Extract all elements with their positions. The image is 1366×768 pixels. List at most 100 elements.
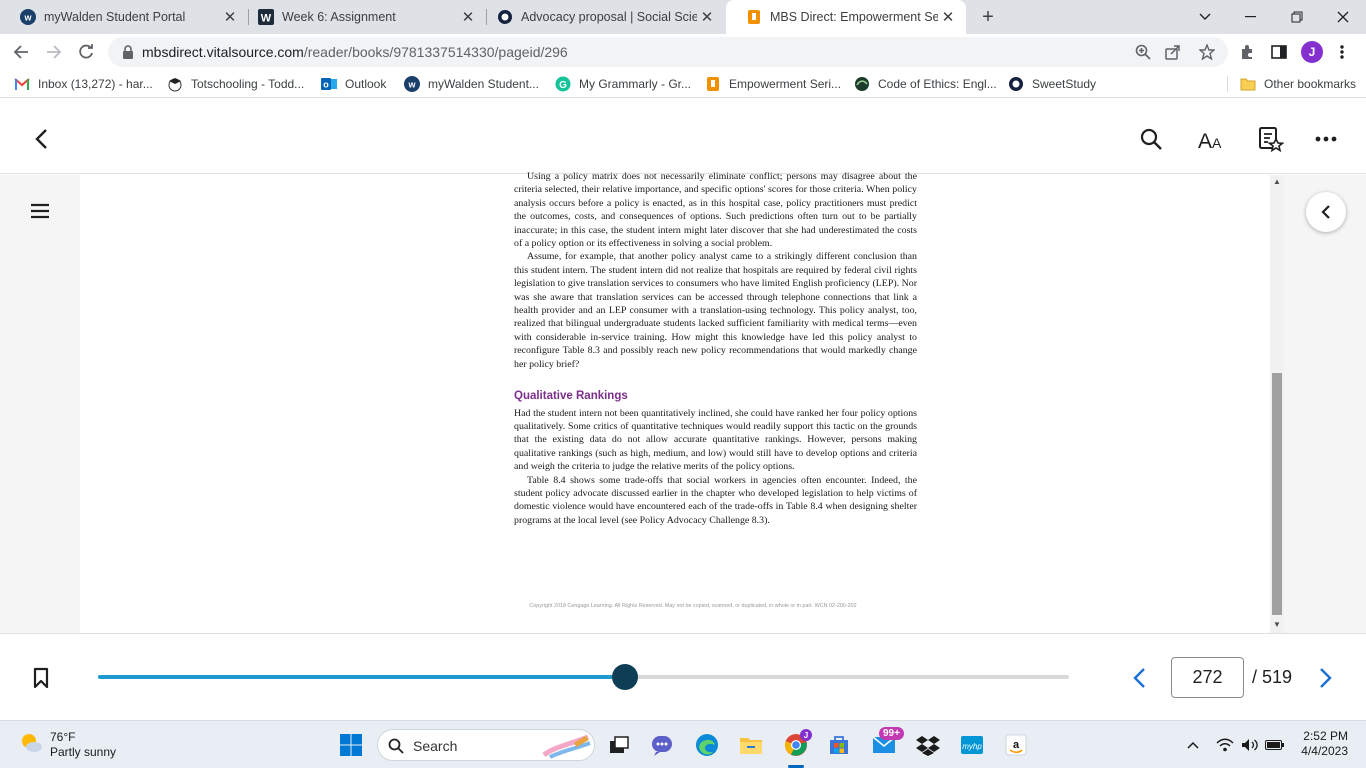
- edge-icon[interactable]: [691, 729, 723, 761]
- back-chevron-icon[interactable]: [26, 124, 56, 154]
- bookmark-page-icon[interactable]: [28, 664, 54, 692]
- close-tab-icon[interactable]: ✕: [458, 7, 478, 27]
- bookmark-sweetstudy[interactable]: SweetStudy: [1008, 75, 1096, 93]
- close-tab-icon[interactable]: ✕: [697, 7, 717, 27]
- volume-icon[interactable]: [1240, 736, 1260, 754]
- page-number-input[interactable]: [1171, 657, 1244, 698]
- book-paragraph: Assume, for example, that another policy…: [514, 251, 917, 370]
- close-tab-icon[interactable]: ✕: [938, 7, 958, 27]
- sweetstudy-icon: [497, 9, 513, 25]
- file-explorer-icon[interactable]: [735, 729, 767, 761]
- copyright-notice: Copyright 2018 Cengage Learning. All Rig…: [529, 603, 857, 609]
- svg-text:A: A: [1198, 130, 1212, 150]
- nasw-icon: [854, 76, 870, 92]
- extensions-icon[interactable]: [1234, 39, 1260, 65]
- bookmark-label: Code of Ethics: Engl...: [878, 77, 997, 91]
- reader-header: AA: [0, 102, 1366, 174]
- battery-icon[interactable]: [1264, 736, 1286, 754]
- reader-body: Using a policy matrix does not necessari…: [0, 171, 1366, 633]
- mail-notification-badge: 99+: [879, 727, 904, 740]
- bookmark-empowerment[interactable]: Empowerment Seri...: [705, 75, 841, 93]
- url-path: /reader/books/9781337514330/pageid/296: [303, 44, 568, 60]
- svg-text:a: a: [1013, 739, 1020, 751]
- page-slider[interactable]: [98, 664, 1069, 690]
- side-panel-icon[interactable]: [1266, 39, 1292, 65]
- bookmarks-bar: Inbox (13,272) - har... Totschooling - T…: [0, 70, 1366, 98]
- amazon-icon[interactable]: a: [1000, 729, 1032, 761]
- totschooling-icon: [167, 76, 183, 92]
- teams-chat-icon[interactable]: [647, 729, 679, 761]
- table-of-contents-icon[interactable]: [26, 197, 54, 225]
- bookmark-gmail[interactable]: Inbox (13,272) - har...: [14, 75, 153, 93]
- close-window-icon[interactable]: [1320, 0, 1366, 34]
- bookmark-code-of-ethics[interactable]: Code of Ethics: Engl...: [854, 75, 997, 93]
- share-icon[interactable]: [1162, 41, 1184, 63]
- tab-advocacy-proposal[interactable]: Advocacy proposal | Social Scienc ✕: [477, 0, 725, 34]
- scroll-thumb[interactable]: [1272, 373, 1282, 615]
- task-view-icon[interactable]: [603, 729, 635, 761]
- tab-mywalden[interactable]: w myWalden Student Portal ✕: [0, 0, 248, 34]
- bookmark-label: Empowerment Seri...: [729, 77, 842, 91]
- chrome-profile-badge: J: [800, 729, 812, 741]
- zoom-icon[interactable]: [1132, 41, 1154, 63]
- start-icon[interactable]: [335, 729, 367, 761]
- microsoft-store-icon[interactable]: [823, 729, 855, 761]
- previous-page-icon[interactable]: [1126, 664, 1152, 692]
- clock-date: 4/4/2023: [1301, 744, 1348, 758]
- url-text: mbsdirect.vitalsource.com/reader/books/9…: [142, 44, 568, 60]
- bookmark-label: Outlook: [345, 77, 387, 91]
- tab-mbs-direct[interactable]: MBS Direct: Empowerment Series ✕: [726, 0, 966, 34]
- tab-search-icon[interactable]: [1182, 0, 1228, 34]
- browser-tab-strip: w myWalden Student Portal ✕ W Week 6: As…: [0, 0, 1366, 34]
- bookmark-label: My Grammarly - Gr...: [579, 77, 691, 91]
- bookmark-grammarly[interactable]: G My Grammarly - Gr...: [555, 75, 691, 93]
- tab-title: Advocacy proposal | Social Scienc: [521, 10, 697, 24]
- bookmark-label: myWalden Student...: [428, 77, 539, 91]
- dropbox-icon[interactable]: [912, 729, 944, 761]
- search-icon[interactable]: [1136, 124, 1166, 154]
- page-slider-handle[interactable]: [612, 664, 639, 690]
- back-arrow-icon[interactable]: [7, 38, 35, 66]
- next-page-icon[interactable]: [1313, 664, 1339, 692]
- collapse-panel-button[interactable]: [1306, 192, 1346, 232]
- bookmark-mywalden[interactable]: w myWalden Student...: [404, 75, 539, 93]
- restore-icon[interactable]: [1274, 0, 1320, 34]
- new-tab-icon[interactable]: +: [976, 5, 1000, 29]
- bookmark-label: Totschooling - Todd...: [191, 77, 305, 91]
- show-hidden-icons-icon[interactable]: [1185, 736, 1201, 754]
- svg-text:w: w: [407, 80, 416, 90]
- system-clock[interactable]: 2:52 PM 4/4/2023: [1290, 729, 1348, 759]
- book-text: Using a policy matrix does not necessari…: [514, 170, 917, 527]
- weather-widget[interactable]: 76°F Partly sunny: [18, 730, 116, 760]
- profile-avatar[interactable]: J: [1301, 41, 1323, 63]
- forward-arrow-icon[interactable]: [40, 38, 68, 66]
- bookmark-outlook[interactable]: o Outlook: [321, 75, 386, 93]
- svg-text:G: G: [559, 80, 567, 91]
- text-size-icon[interactable]: AA: [1196, 124, 1226, 154]
- svg-text:myhp: myhp: [962, 742, 982, 751]
- tab-week6-assignment[interactable]: W Week 6: Assignment ✕: [238, 0, 486, 34]
- chrome-menu-icon[interactable]: [1329, 39, 1355, 65]
- search-highlight-icon: [542, 734, 591, 759]
- svg-text:w: w: [23, 13, 32, 23]
- page-scrollbar[interactable]: ▲ ▼: [1270, 175, 1284, 633]
- star-icon[interactable]: [1196, 41, 1218, 63]
- taskbar-search[interactable]: Search: [377, 729, 595, 761]
- scroll-down-icon[interactable]: ▼: [1273, 621, 1281, 629]
- chevron-left-icon: [1321, 205, 1330, 219]
- more-options-icon[interactable]: [1311, 124, 1341, 154]
- weather-text: 76°F Partly sunny: [50, 730, 116, 760]
- hp-smart-icon[interactable]: myhp: [956, 729, 988, 761]
- lock-icon[interactable]: [120, 44, 136, 60]
- wifi-icon[interactable]: [1215, 736, 1235, 754]
- study-notes-icon[interactable]: [1256, 124, 1286, 154]
- minimize-icon[interactable]: [1228, 0, 1274, 34]
- bookmark-totschooling[interactable]: Totschooling - Todd...: [167, 75, 304, 93]
- bookmark-label: SweetStudy: [1032, 77, 1097, 91]
- address-bar[interactable]: mbsdirect.vitalsource.com/reader/books/9…: [108, 37, 1228, 67]
- scroll-up-icon[interactable]: ▲: [1273, 178, 1281, 186]
- other-bookmarks[interactable]: Other bookmarks: [1240, 75, 1356, 93]
- search-label: Search: [413, 738, 458, 754]
- reload-icon[interactable]: [72, 38, 100, 66]
- close-tab-icon[interactable]: ✕: [220, 7, 240, 27]
